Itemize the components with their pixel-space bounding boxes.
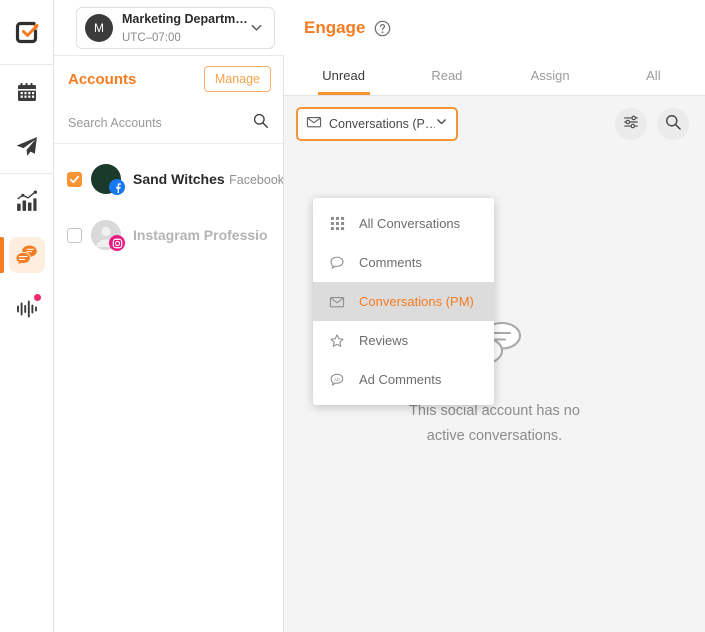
filter-sliders-icon bbox=[622, 113, 640, 136]
accounts-list: Sand Witches Facebook Page bbox=[54, 144, 283, 258]
page-title: Engage bbox=[304, 18, 366, 37]
star-outline-icon bbox=[327, 333, 347, 349]
tab-assign[interactable]: Assign bbox=[499, 56, 602, 95]
svg-text:AD: AD bbox=[334, 377, 340, 382]
filter-button[interactable] bbox=[615, 108, 647, 140]
rail-item-engage[interactable] bbox=[0, 228, 54, 282]
workspace-name: Marketing Departm… bbox=[122, 11, 248, 26]
engage-tabs: Unread Read Assign All bbox=[284, 56, 705, 96]
menu-item-label: All Conversations bbox=[359, 216, 461, 231]
rail-item-publish[interactable] bbox=[0, 119, 54, 173]
account-name: Sand Witches bbox=[133, 170, 225, 187]
account-type: Facebook Page bbox=[229, 172, 284, 187]
avatar bbox=[91, 220, 125, 251]
search-icon[interactable] bbox=[252, 112, 269, 134]
envelope-icon bbox=[306, 114, 322, 135]
menu-item-comments[interactable]: Comments bbox=[313, 243, 494, 282]
workspace-avatar: M bbox=[85, 13, 113, 42]
rail-item-listening[interactable] bbox=[0, 282, 54, 336]
rail-item-calendar[interactable] bbox=[0, 65, 54, 119]
conversation-type-dropdown-menu: All Conversations Comments Conversations… bbox=[313, 198, 494, 405]
menu-item-label: Ad Comments bbox=[359, 372, 442, 387]
engage-toolbar: Conversations (P… bbox=[284, 96, 705, 152]
menu-item-label: Reviews bbox=[359, 333, 409, 348]
search-button[interactable] bbox=[657, 108, 689, 140]
calendar-icon bbox=[9, 74, 45, 110]
account-meta-facebook: Sand Witches Facebook Page bbox=[133, 170, 283, 189]
accounts-title: Accounts bbox=[68, 70, 137, 88]
menu-item-reviews[interactable]: Reviews bbox=[313, 321, 494, 360]
account-checkbox-instagram[interactable] bbox=[67, 227, 82, 243]
app-logo-checkmark-arrow[interactable] bbox=[0, 12, 54, 52]
manage-accounts-button[interactable]: Manage bbox=[203, 66, 271, 92]
engage-app-window: M Marketing Departm… UTC–07:00 Accounts … bbox=[0, 0, 705, 632]
account-row-facebook[interactable]: Sand Witches Facebook Page bbox=[54, 156, 283, 202]
instagram-badge-icon bbox=[109, 235, 125, 251]
help-circle-icon[interactable] bbox=[374, 20, 391, 37]
account-meta-instagram: Instagram Professio bbox=[133, 226, 268, 245]
accounts-panel: Accounts Manage Search Accounts Sand Wit… bbox=[54, 56, 284, 632]
accounts-column: M Marketing Departm… UTC–07:00 Accounts … bbox=[54, 0, 284, 632]
menu-item-label: Conversations (PM) bbox=[359, 294, 474, 309]
account-row-instagram[interactable]: Instagram Professio bbox=[54, 202, 283, 258]
notification-dot-badge bbox=[33, 294, 41, 301]
workspace-selector[interactable]: M Marketing Departm… UTC–07:00 bbox=[76, 6, 275, 49]
menu-item-all-conversations[interactable]: All Conversations bbox=[313, 204, 494, 243]
tab-read[interactable]: Read bbox=[395, 56, 498, 95]
main-header: Engage bbox=[284, 0, 705, 56]
tab-all[interactable]: All bbox=[602, 56, 705, 95]
paper-plane-icon bbox=[9, 128, 45, 164]
accounts-header: Accounts Manage bbox=[54, 56, 283, 102]
conversation-type-label: Conversations (P… bbox=[329, 117, 435, 131]
chevron-down-icon bbox=[248, 20, 266, 35]
empty-state-line-2: active conversations. bbox=[426, 427, 563, 444]
chevron-down-icon bbox=[435, 115, 448, 133]
account-checkbox-facebook[interactable] bbox=[67, 171, 82, 187]
rail-item-analytics[interactable] bbox=[0, 174, 54, 228]
tab-unread[interactable]: Unread bbox=[292, 56, 395, 95]
menu-item-conversations-pm[interactable]: Conversations (PM) bbox=[313, 282, 494, 321]
left-nav-rail bbox=[0, 0, 54, 632]
avatar bbox=[91, 164, 125, 195]
search-accounts-row bbox=[54, 102, 283, 144]
grid-dots-icon bbox=[327, 216, 347, 231]
search-accounts-input[interactable] bbox=[68, 115, 252, 130]
menu-item-ad-comments[interactable]: AD Ad Comments bbox=[313, 360, 494, 399]
speech-bubble-icon bbox=[327, 255, 347, 271]
workspace-texts: Marketing Departm… UTC–07:00 bbox=[122, 10, 248, 46]
menu-item-label: Comments bbox=[359, 255, 422, 270]
account-name: Instagram Professio bbox=[133, 226, 268, 243]
ad-bubble-icon: AD bbox=[327, 372, 347, 388]
workspace-selector-bar: M Marketing Departm… UTC–07:00 bbox=[54, 0, 284, 56]
conversation-type-dropdown-trigger[interactable]: Conversations (P… bbox=[296, 107, 458, 141]
workspace-timezone: UTC–07:00 bbox=[122, 31, 181, 44]
analytics-chart-icon bbox=[9, 183, 45, 219]
empty-state-text: This social account has no active conver… bbox=[409, 399, 580, 449]
facebook-badge-icon bbox=[109, 179, 125, 195]
search-icon bbox=[664, 113, 682, 136]
chat-bubbles-icon bbox=[8, 237, 45, 273]
envelope-icon bbox=[327, 294, 347, 310]
